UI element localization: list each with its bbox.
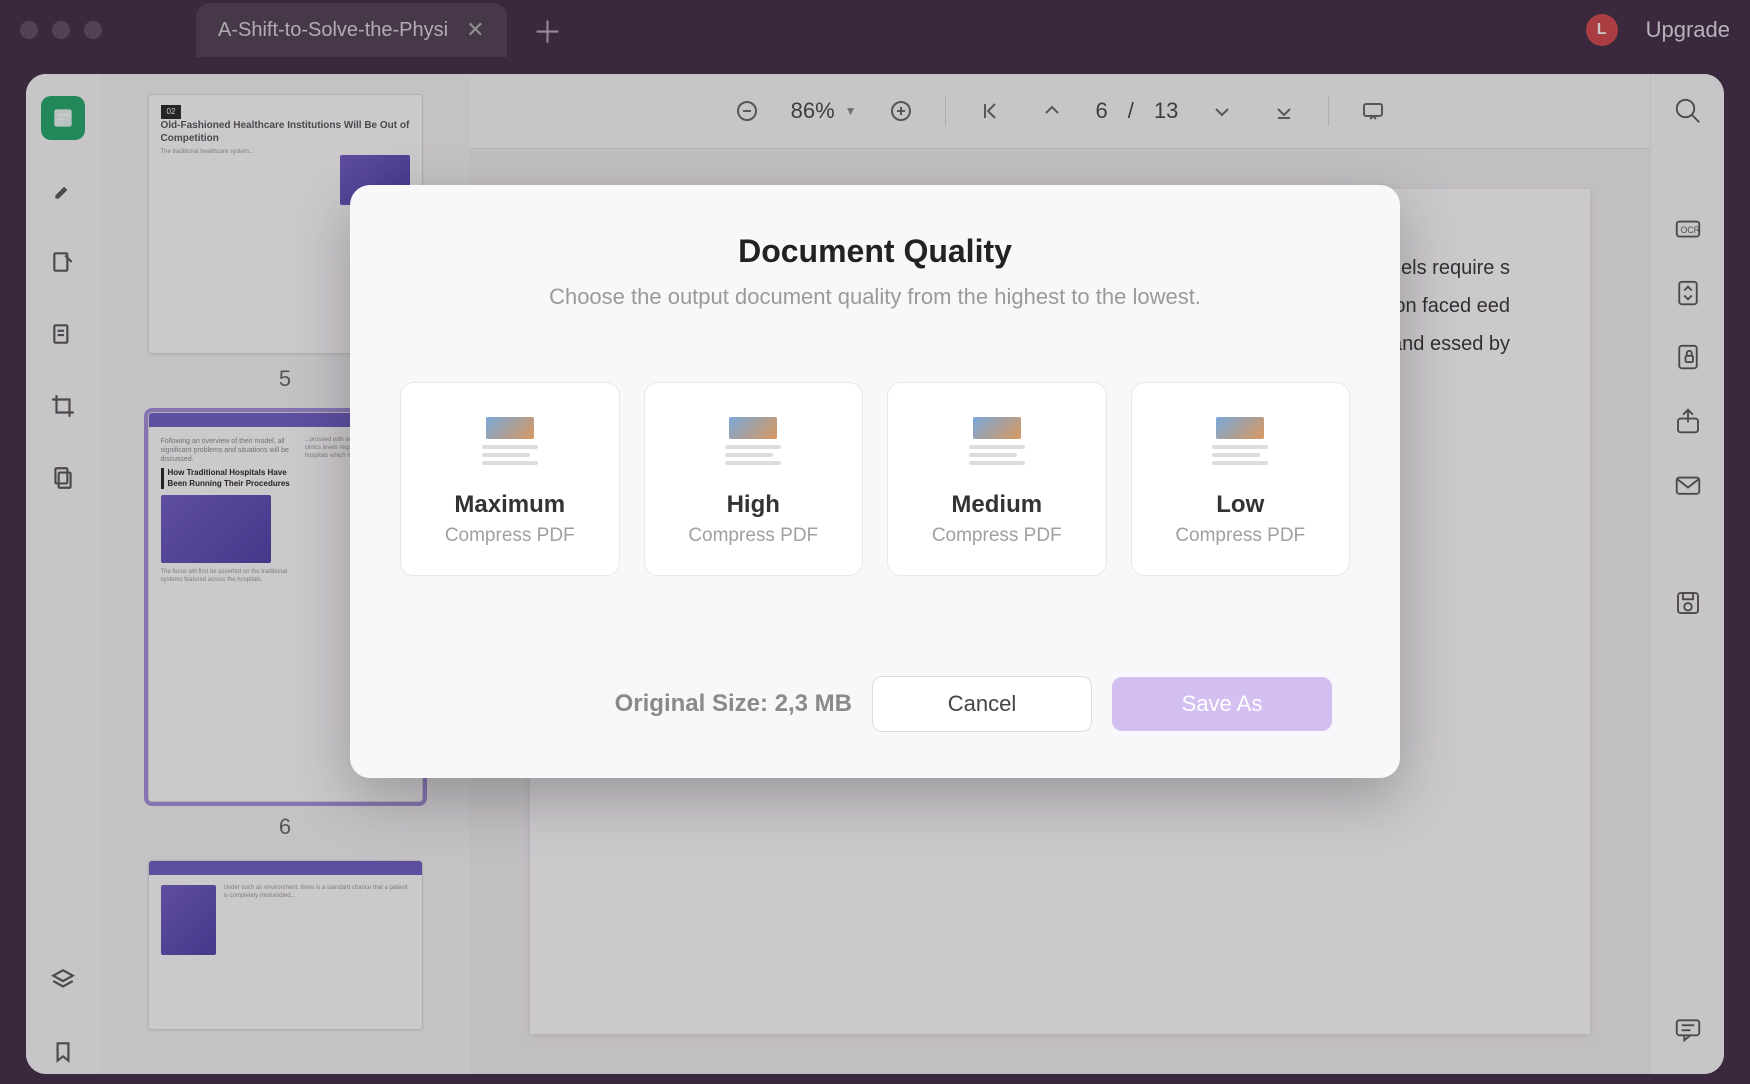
quality-icon xyxy=(967,417,1027,469)
quality-desc: Compress PDF xyxy=(445,525,575,547)
modal-footer: Original Size: 2,3 MB Cancel Save As xyxy=(400,676,1350,732)
quality-desc: Compress PDF xyxy=(932,525,1062,547)
save-as-button[interactable]: Save As xyxy=(1112,677,1332,731)
quality-desc: Compress PDF xyxy=(1175,525,1305,547)
quality-option-low[interactable]: Low Compress PDF xyxy=(1131,382,1351,576)
quality-desc: Compress PDF xyxy=(688,525,818,547)
document-quality-modal: Document Quality Choose the output docum… xyxy=(350,185,1400,778)
quality-icon xyxy=(480,417,540,469)
quality-option-medium[interactable]: Medium Compress PDF xyxy=(887,382,1107,576)
modal-title: Document Quality xyxy=(400,233,1350,270)
original-size-label: Original Size: 2,3 MB xyxy=(615,690,852,718)
quality-options: Maximum Compress PDF High Compress PDF M… xyxy=(400,382,1350,576)
quality-name: High xyxy=(727,491,780,519)
quality-name: Low xyxy=(1216,491,1264,519)
modal-backdrop: Document Quality Choose the output docum… xyxy=(0,0,1750,1084)
quality-icon xyxy=(1210,417,1270,469)
quality-name: Maximum xyxy=(454,491,565,519)
quality-option-maximum[interactable]: Maximum Compress PDF xyxy=(400,382,620,576)
quality-icon xyxy=(723,417,783,469)
modal-subtitle: Choose the output document quality from … xyxy=(400,284,1350,310)
cancel-button[interactable]: Cancel xyxy=(872,676,1092,732)
quality-name: Medium xyxy=(951,491,1042,519)
quality-option-high[interactable]: High Compress PDF xyxy=(644,382,864,576)
